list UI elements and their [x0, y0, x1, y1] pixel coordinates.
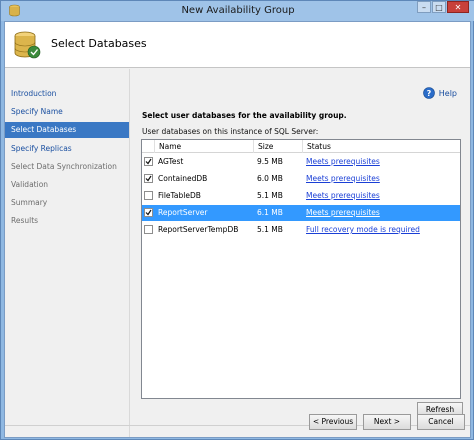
maximize-button[interactable]: □	[432, 1, 446, 13]
column-header-status[interactable]: Status	[302, 140, 460, 153]
status-link[interactable]: Meets prerequisites	[302, 205, 380, 221]
checkmark-icon	[145, 209, 152, 216]
page-title: Select Databases	[51, 37, 147, 50]
table-row[interactable]: ContainedDB 6.0 MB Meets prerequisites	[142, 171, 460, 187]
row-checkbox[interactable]	[144, 208, 153, 217]
nav-item-specify-replicas[interactable]: Specify Replicas	[5, 141, 129, 157]
status-link[interactable]: Full recovery mode is required	[302, 222, 420, 238]
table-row-selected[interactable]: ReportServer 6.1 MB Meets prerequisites	[142, 205, 460, 221]
database-size: 5.1 MB	[257, 191, 283, 200]
nav-item-validation: Validation	[11, 180, 49, 189]
wizard-client-area: Select Databases Introduction Specify Na…	[4, 21, 471, 438]
database-list-label: User databases on this instance of SQL S…	[142, 127, 319, 136]
column-header-name[interactable]: Name	[154, 140, 253, 153]
next-button[interactable]: Next >	[363, 414, 411, 430]
database-name: FileTableDB	[158, 191, 201, 200]
nav-item-select-data-synchronization: Select Data Synchronization	[11, 162, 117, 171]
database-size: 9.5 MB	[257, 157, 283, 166]
window-title: New Availability Group	[181, 5, 295, 16]
main-panel: ? Help Select user databases for the ava…	[129, 69, 470, 437]
help-icon: ?	[422, 87, 435, 99]
window-controls: – □ ✕	[416, 1, 469, 13]
table-row[interactable]: FileTableDB 5.1 MB Meets prerequisites	[142, 188, 460, 204]
database-grid[interactable]: Name Size Status AGTest 9.5 MB Meets pre…	[141, 139, 461, 399]
wizard-header: Select Databases	[5, 22, 470, 68]
checkmark-icon	[145, 175, 152, 182]
row-checkbox[interactable]	[144, 225, 153, 234]
nav-item-introduction[interactable]: Introduction	[5, 86, 129, 102]
wizard-nav: Introduction Specify Name Select Databas…	[5, 69, 129, 437]
status-link[interactable]: Meets prerequisites	[302, 171, 380, 187]
close-button[interactable]: ✕	[447, 1, 469, 13]
database-size: 6.1 MB	[257, 208, 283, 217]
cancel-button[interactable]: Cancel	[417, 414, 465, 430]
status-link[interactable]: Meets prerequisites	[302, 154, 380, 170]
minimize-button[interactable]: –	[417, 1, 431, 13]
database-name: ContainedDB	[158, 174, 208, 183]
column-header-size[interactable]: Size	[253, 140, 302, 153]
nav-item-summary: Summary	[11, 198, 48, 207]
instruction-text: Select user databases for the availabili…	[142, 111, 347, 120]
row-checkbox[interactable]	[144, 157, 153, 166]
nav-item-specify-name[interactable]: Specify Name	[5, 104, 129, 120]
grid-header: Name Size Status	[142, 140, 460, 153]
status-link[interactable]: Meets prerequisites	[302, 188, 380, 204]
row-checkbox[interactable]	[144, 174, 153, 183]
previous-button[interactable]: < Previous	[309, 414, 357, 430]
title-bar[interactable]: New Availability Group – □ ✕	[1, 1, 474, 21]
database-size: 5.1 MB	[257, 225, 283, 234]
help-label: Help	[438, 88, 457, 98]
window-frame: New Availability Group – □ ✕ Select Data…	[0, 0, 474, 440]
database-name: ReportServer	[158, 208, 208, 217]
database-name: AGTest	[158, 157, 184, 166]
nav-item-select-databases[interactable]: Select Databases	[5, 122, 129, 138]
checkmark-icon	[145, 158, 152, 165]
nav-item-results: Results	[11, 216, 39, 225]
database-size: 6.0 MB	[257, 174, 283, 183]
table-row[interactable]: AGTest 9.5 MB Meets prerequisites	[142, 154, 460, 170]
database-stack-icon	[14, 31, 41, 59]
database-name: ReportServerTempDB	[158, 225, 239, 234]
help-link[interactable]: ? Help	[422, 87, 457, 99]
row-checkbox[interactable]	[144, 191, 153, 200]
svg-text:?: ?	[426, 89, 431, 98]
table-row[interactable]: ReportServerTempDB 5.1 MB Full recovery …	[142, 222, 460, 238]
